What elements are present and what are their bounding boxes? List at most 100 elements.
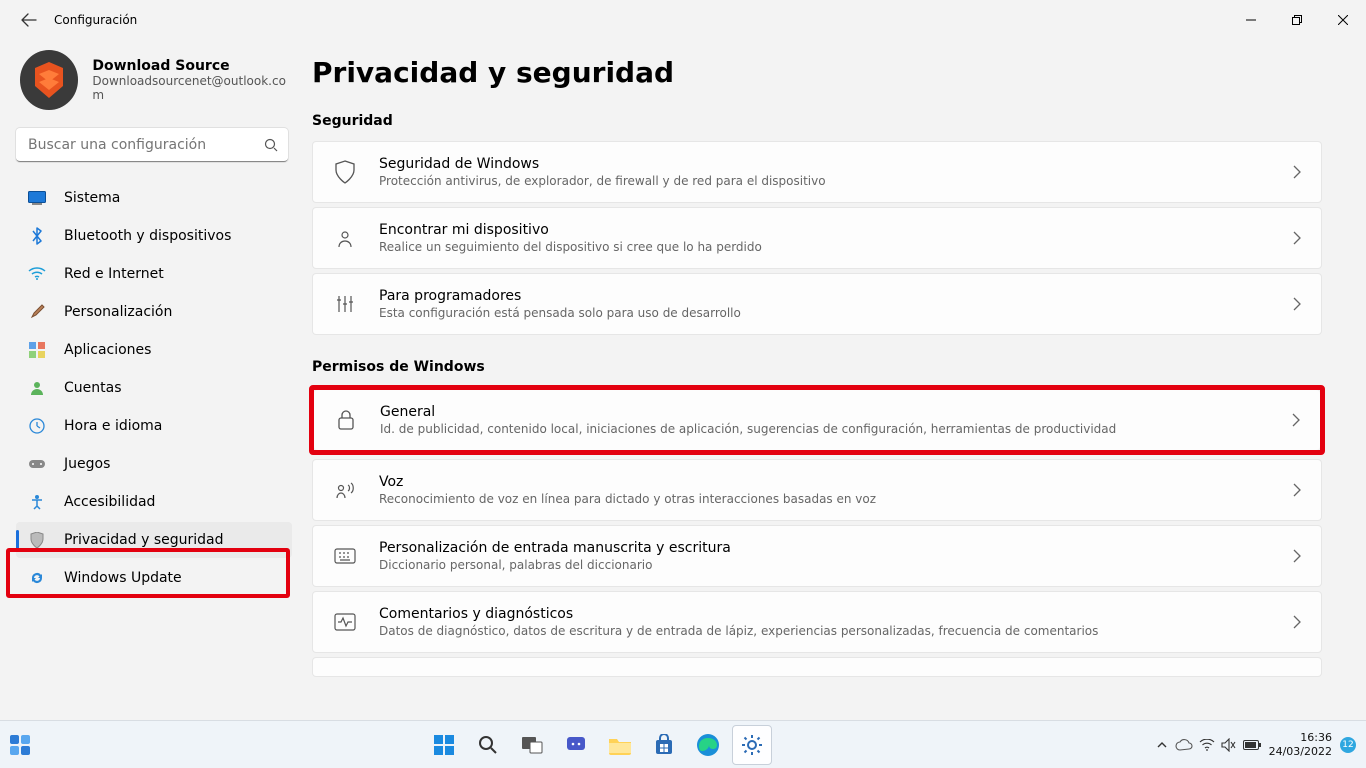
sidebar-item-aplicaciones[interactable]: Aplicaciones	[16, 332, 292, 368]
tray-volume-icon[interactable]	[1221, 738, 1237, 752]
clock-time: 16:36	[1269, 731, 1332, 744]
app-title: Configuración	[54, 13, 137, 27]
main-content: Privacidad y seguridad Seguridad Segurid…	[300, 40, 1366, 720]
minimize-button[interactable]	[1228, 0, 1274, 40]
sidebar-item-label: Juegos	[64, 456, 110, 472]
system-clock[interactable]: 16:36 24/03/2022	[1269, 731, 1332, 757]
card-general[interactable]: General Id. de publicidad, contenido loc…	[314, 390, 1320, 450]
section-header-security: Seguridad	[312, 113, 1322, 129]
voice-wave-icon	[333, 478, 357, 502]
sidebar-item-privacidad[interactable]: Privacidad y seguridad	[16, 522, 292, 558]
location-person-icon	[333, 226, 357, 250]
chevron-right-icon	[1293, 483, 1301, 497]
card-windows-security[interactable]: Seguridad de Windows Protección antiviru…	[312, 141, 1322, 203]
taskbar-explorer[interactable]	[600, 725, 640, 765]
edge-icon	[696, 733, 720, 757]
card-title: Para programadores	[379, 288, 1293, 304]
highlight-annotation-card: General Id. de publicidad, contenido loc…	[309, 385, 1325, 455]
search-input[interactable]	[16, 128, 288, 162]
card-sub: Realice un seguimiento del dispositivo s…	[379, 240, 1293, 254]
taskbar-chat[interactable]	[556, 725, 596, 765]
tray-chevron-up-icon[interactable]	[1157, 741, 1167, 749]
card-inking[interactable]: Personalización de entrada manuscrita y …	[312, 525, 1322, 587]
taskbar-edge[interactable]	[688, 725, 728, 765]
chat-icon	[565, 734, 587, 756]
clock-date: 24/03/2022	[1269, 745, 1332, 758]
gear-icon	[740, 733, 764, 757]
brush-icon	[28, 303, 46, 321]
taskbar-widgets[interactable]	[0, 725, 40, 765]
card-title: Seguridad de Windows	[379, 156, 1293, 172]
card-diagnostics[interactable]: Comentarios y diagnósticos Datos de diag…	[312, 591, 1322, 653]
card-sub: Diccionario personal, palabras del dicci…	[379, 558, 1293, 572]
globe-clock-icon	[28, 417, 46, 435]
taskview-icon	[521, 736, 543, 754]
card-title: Voz	[379, 474, 1293, 490]
monitor-icon	[28, 189, 46, 207]
person-icon	[28, 379, 46, 397]
gamepad-icon	[28, 455, 46, 473]
back-button[interactable]	[10, 1, 48, 39]
card-voice[interactable]: Voz Reconocimiento de voz en línea para …	[312, 459, 1322, 521]
account-name: Download Source	[92, 58, 292, 74]
sidebar-item-cuentas[interactable]: Cuentas	[16, 370, 292, 406]
card-developers[interactable]: Para programadores Esta configuración es…	[312, 273, 1322, 335]
taskbar-settings[interactable]	[732, 725, 772, 765]
tray-wifi-icon[interactable]	[1199, 739, 1215, 751]
folder-icon	[608, 735, 632, 755]
taskbar-start[interactable]	[424, 725, 464, 765]
sidebar-item-label: Personalización	[64, 304, 172, 320]
taskbar: 16:36 24/03/2022 12	[0, 720, 1366, 768]
card-title: Comentarios y diagnósticos	[379, 606, 1293, 622]
maximize-button[interactable]	[1274, 0, 1320, 40]
sidebar-item-personalizacion[interactable]: Personalización	[16, 294, 292, 330]
card-partial-next[interactable]	[312, 657, 1322, 677]
store-icon	[653, 734, 675, 756]
titlebar: Configuración	[0, 0, 1366, 40]
chevron-right-icon	[1293, 165, 1301, 179]
taskbar-taskview[interactable]	[512, 725, 552, 765]
heartbeat-icon	[333, 610, 357, 634]
sidebar-item-label: Red e Internet	[64, 266, 164, 282]
card-sub: Reconocimiento de voz en línea para dict…	[379, 492, 1293, 506]
sidebar-item-label: Cuentas	[64, 380, 122, 396]
tools-icon	[333, 292, 357, 316]
sidebar-item-label: Accesibilidad	[64, 494, 155, 510]
close-icon	[1338, 15, 1348, 25]
taskbar-store[interactable]	[644, 725, 684, 765]
account-email: Downloadsourcenet@outlook.com	[92, 74, 292, 102]
sidebar-item-juegos[interactable]: Juegos	[16, 446, 292, 482]
account-block[interactable]: Download Source Downloadsourcenet@outloo…	[16, 40, 292, 128]
card-sub: Datos de diagnóstico, datos de escritura…	[379, 624, 1293, 638]
tray-onedrive-icon[interactable]	[1175, 739, 1193, 751]
sidebar-item-accesibilidad[interactable]: Accesibilidad	[16, 484, 292, 520]
sidebar-item-bluetooth[interactable]: Bluetooth y dispositivos	[16, 218, 292, 254]
card-sub: Id. de publicidad, contenido local, inic…	[380, 422, 1292, 436]
search-icon	[477, 734, 499, 756]
sidebar: Download Source Downloadsourcenet@outloo…	[0, 40, 300, 720]
sidebar-item-label: Bluetooth y dispositivos	[64, 228, 231, 244]
chevron-right-icon	[1293, 549, 1301, 563]
avatar	[20, 50, 78, 110]
sidebar-item-label: Sistema	[64, 190, 120, 206]
update-icon	[28, 569, 46, 587]
sidebar-item-hora[interactable]: Hora e idioma	[16, 408, 292, 444]
card-title: Personalización de entrada manuscrita y …	[379, 540, 1293, 556]
shield-outline-icon	[333, 160, 357, 184]
chevron-right-icon	[1293, 615, 1301, 629]
taskbar-search[interactable]	[468, 725, 508, 765]
apps-icon	[28, 341, 46, 359]
sidebar-item-sistema[interactable]: Sistema	[16, 180, 292, 216]
section-header-permissions: Permisos de Windows	[312, 359, 1322, 375]
chevron-right-icon	[1293, 297, 1301, 311]
notification-badge[interactable]: 12	[1340, 737, 1356, 753]
sidebar-item-red[interactable]: Red e Internet	[16, 256, 292, 292]
lock-icon	[334, 408, 358, 432]
sidebar-item-update[interactable]: Windows Update	[16, 560, 292, 596]
close-button[interactable]	[1320, 0, 1366, 40]
card-find-device[interactable]: Encontrar mi dispositivo Realice un segu…	[312, 207, 1322, 269]
tray-battery-icon[interactable]	[1243, 740, 1261, 750]
wifi-icon	[28, 265, 46, 283]
search-box	[16, 128, 288, 162]
minimize-icon	[1246, 15, 1256, 25]
